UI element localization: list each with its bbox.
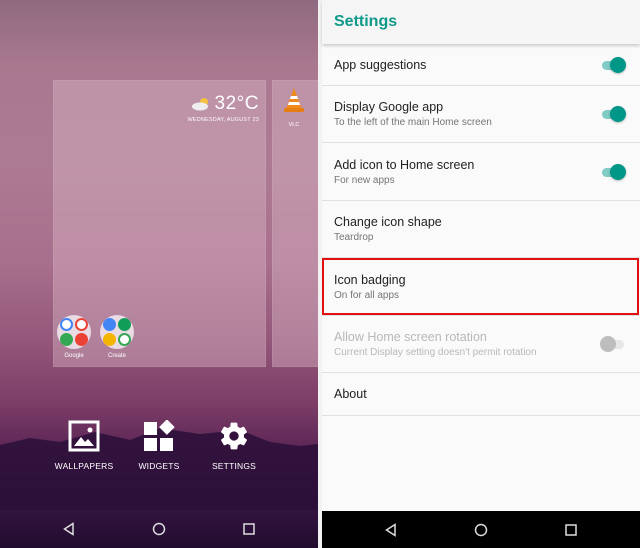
vlc-cone-icon (284, 88, 304, 112)
recents-square-icon (243, 523, 255, 535)
app-label: VLC (288, 122, 300, 128)
back-button[interactable] (24, 510, 114, 548)
setting-subtitle: For new apps (334, 174, 395, 186)
setting-subtitle: Current Display setting doesn't permit r… (334, 347, 537, 358)
setting-about[interactable]: About (322, 373, 640, 416)
settings-screen: Settings App suggestions Display Google … (322, 0, 640, 548)
setting-app-suggestions[interactable]: App suggestions (322, 44, 640, 86)
setting-add-icon-home[interactable]: Add icon to Home screen For new apps (322, 143, 640, 201)
action-label: WIDGETS (138, 461, 180, 471)
app-vlc[interactable]: VLC (279, 87, 309, 128)
setting-icon-badging[interactable]: Icon badging On for all apps (322, 258, 640, 316)
app-suggestions-toggle[interactable] (600, 56, 626, 74)
gear-icon (221, 422, 247, 450)
app-bar: Settings (322, 0, 640, 44)
action-label: SETTINGS (211, 461, 257, 471)
home-page-preview-second[interactable]: VLC (272, 80, 318, 367)
navigation-bar (0, 510, 318, 548)
recents-button[interactable] (204, 510, 294, 548)
folder-label: Create (107, 353, 126, 359)
weather-widget[interactable]: 32°C WEDNESDAY, AUGUST 23 (187, 93, 259, 123)
setting-title: Allow Home screen rotation (334, 330, 487, 344)
back-button[interactable] (346, 511, 436, 548)
back-triangle-icon (63, 522, 74, 536)
setting-title: Change icon shape (334, 215, 442, 229)
home-screen-overview: 32°C WEDNESDAY, AUGUST 23 Google Create (0, 0, 318, 548)
wallpapers-button[interactable]: WALLPAPERS (44, 420, 124, 471)
google-apps-folder-icon (57, 315, 91, 349)
setting-title: Display Google app (334, 100, 444, 114)
back-triangle-icon (385, 522, 396, 537)
recents-square-icon (565, 523, 577, 536)
setting-title: App suggestions (334, 57, 427, 72)
widgets-icon (144, 420, 175, 451)
home-button[interactable] (114, 510, 204, 548)
folder-label: Google (64, 353, 84, 359)
folder-create[interactable]: Create (99, 315, 135, 359)
setting-change-icon-shape[interactable]: Change icon shape Teardrop (322, 201, 640, 258)
weather-temperature: 32°C (214, 93, 259, 114)
setting-subtitle: To the left of the main Home screen (334, 117, 492, 128)
home-button[interactable] (436, 511, 526, 548)
setting-display-google-app[interactable]: Display Google app To the left of the ma… (322, 86, 640, 143)
setting-allow-rotation: Allow Home screen rotation Current Displ… (322, 316, 640, 373)
setting-title: About (334, 387, 367, 401)
recents-button[interactable] (526, 511, 616, 548)
settings-list: App suggestions Display Google app To th… (322, 44, 640, 416)
setting-title: Add icon to Home screen (334, 157, 475, 172)
wallpaper-icon (68, 420, 100, 452)
home-circle-icon (474, 523, 488, 536)
create-apps-folder-icon (100, 315, 134, 349)
weather-date: WEDNESDAY, AUGUST 23 (187, 117, 259, 123)
folder-google[interactable]: Google (56, 315, 92, 359)
setting-subtitle: On for all apps (334, 289, 400, 301)
display-google-app-toggle[interactable] (600, 105, 626, 123)
widgets-button[interactable]: WIDGETS (119, 420, 199, 471)
home-page-preview[interactable]: 32°C WEDNESDAY, AUGUST 23 Google Create (53, 80, 266, 367)
page-title: Settings (334, 13, 398, 30)
settings-button[interactable]: SETTINGS (194, 420, 274, 471)
setting-title: Icon badging (334, 272, 406, 287)
allow-rotation-toggle (600, 335, 626, 353)
navigation-bar (322, 511, 640, 548)
partly-cloudy-icon (191, 98, 208, 111)
setting-subtitle: Teardrop (334, 232, 374, 243)
add-icon-home-toggle[interactable] (600, 163, 626, 181)
action-label: WALLPAPERS (54, 461, 114, 471)
home-circle-icon (152, 522, 166, 536)
